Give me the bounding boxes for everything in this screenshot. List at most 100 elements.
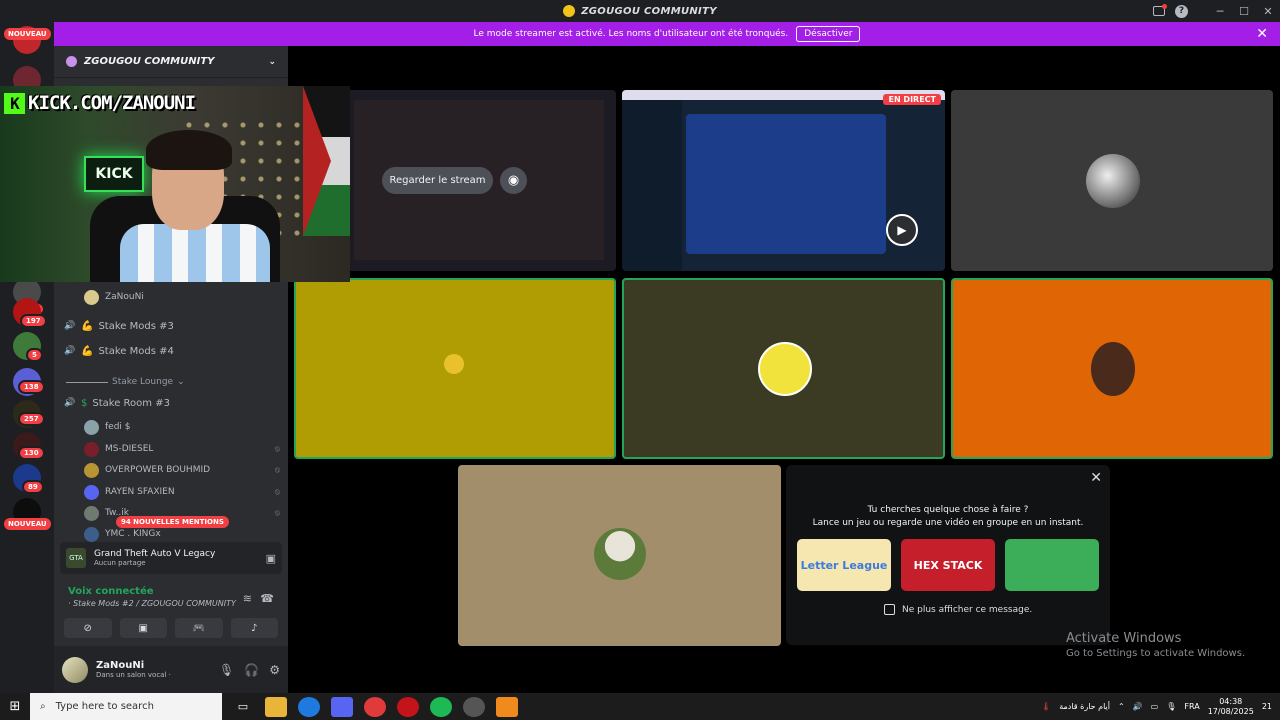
participant-tile[interactable]	[294, 278, 616, 459]
voice-user[interactable]: MS-DIESEL ⦸	[84, 439, 280, 459]
search-placeholder: Type here to search	[55, 701, 154, 712]
windows-start-icon[interactable]: ⊞	[0, 699, 30, 714]
mention-badge: 138	[18, 380, 45, 394]
voice-channel[interactable]: 🔊 💪 Stake Mods #4	[64, 340, 284, 362]
user-status: Dans un salon vocal ·	[96, 671, 171, 679]
disconnect-icon[interactable]: ☎	[260, 592, 274, 605]
checkbox[interactable]	[884, 604, 895, 615]
deafened-icon: ⦸	[274, 465, 280, 474]
deafened-icon: ⦸	[274, 444, 280, 453]
voice-user[interactable]: RAYEN SFAXIEN ⦸	[84, 482, 280, 502]
microphone-icon[interactable]: 🎙	[1166, 702, 1176, 711]
live-stream-tile[interactable]: EN DIRECT ▶	[622, 90, 945, 271]
microphone-icon[interactable]: 🎙	[219, 663, 234, 677]
channel-name: Stake Mods #4	[98, 345, 174, 357]
streamer-shirt	[120, 224, 270, 282]
play-icon[interactable]: ▶	[886, 214, 918, 246]
activity-card-hex-stack[interactable]: HEX STACK	[901, 539, 995, 591]
mention-badge: 89	[22, 480, 44, 494]
app-icon[interactable]	[364, 696, 386, 717]
clock[interactable]: 04:38 17/08/2025	[1208, 697, 1254, 717]
gear-icon[interactable]: ⚙	[269, 663, 280, 677]
close-icon[interactable]: ✕	[1090, 470, 1102, 486]
screen-share-button[interactable]: ▣	[119, 618, 167, 638]
notification-count[interactable]: 21	[1262, 702, 1272, 711]
screen-share-icon[interactable]: ▣	[266, 552, 276, 565]
discord-window: ZGOUGOU COMMUNITY ? ─ ☐ ✕ Le mode stream…	[0, 0, 1280, 720]
edge-icon[interactable]	[298, 696, 320, 717]
activities-button[interactable]: 🎮	[175, 618, 223, 638]
network-icon[interactable]: ▭	[1151, 702, 1159, 711]
mention-badge: 257	[18, 412, 45, 426]
clock-date: 17/08/2025	[1207, 706, 1254, 716]
voice-status-panel: Voix connectée · Stake Mods #2 / ZGOUGOU…	[60, 582, 282, 616]
taskbar: ⊞ ⌕ Type here to search ▭ 🌡 أيام حارة قا…	[0, 693, 1280, 720]
participant-avatar	[1086, 154, 1140, 208]
discord-icon[interactable]	[331, 696, 353, 717]
game-icon: GTA	[66, 548, 86, 568]
opera-icon[interactable]	[397, 696, 419, 717]
category-header[interactable]: Stake Lounge ⌄	[66, 377, 185, 387]
game-sub: Aucun partage	[94, 559, 146, 567]
chevron-up-icon[interactable]: ⌃	[1118, 702, 1125, 711]
maximize-button[interactable]: ☐	[1232, 5, 1256, 18]
server-header[interactable]: ZGOUGOU COMMUNITY ⌄	[54, 46, 288, 78]
avatar	[84, 505, 99, 521]
activity-card-letter-league[interactable]: Letter League	[797, 539, 891, 591]
webcam-overlay: KICK K KICK.COM/ZANOUNI	[0, 86, 350, 282]
deafened-icon: ⦸	[274, 487, 280, 496]
user-avatar[interactable]	[62, 656, 88, 683]
noise-suppression-icon[interactable]: ≋	[243, 592, 252, 605]
banner-close-icon[interactable]: ✕	[1256, 26, 1268, 42]
close-button[interactable]: ✕	[1256, 5, 1280, 18]
task-view-icon[interactable]: ▭	[232, 697, 254, 717]
participant-tile[interactable]	[458, 465, 781, 646]
spotify-icon[interactable]	[430, 696, 452, 717]
participant-tile[interactable]	[622, 278, 945, 459]
voice-channel[interactable]: 🔊 💪 Stake Mods #3	[64, 315, 284, 337]
voice-channel[interactable]: 🔊 $ Stake Room #3	[64, 392, 284, 414]
participant-tile[interactable]	[951, 278, 1273, 459]
weather-text[interactable]: أيام حارة قادمة	[1059, 702, 1110, 711]
volume-icon[interactable]: 🔊	[1133, 702, 1143, 711]
activity-card-game[interactable]	[1005, 539, 1099, 591]
new-pill[interactable]: NOUVEAU	[4, 28, 51, 40]
taskbar-search[interactable]: ⌕ Type here to search	[30, 693, 222, 720]
server-icon	[563, 5, 576, 17]
dont-show-again[interactable]: Ne plus afficher ce message.	[884, 604, 1032, 615]
soundboard-button[interactable]: ♪	[230, 618, 278, 638]
app-icon[interactable]	[463, 696, 485, 717]
speaker-icon: 🔊	[64, 346, 76, 356]
camera-button[interactable]: ⊘	[64, 618, 112, 638]
avatar	[84, 484, 99, 500]
voice-user[interactable]: ZaNouNi	[84, 287, 280, 307]
kick-sign: KICK	[84, 156, 144, 192]
participant-tile[interactable]	[951, 90, 1273, 271]
help-icon[interactable]: ?	[1175, 4, 1188, 18]
minimize-button[interactable]: ─	[1208, 5, 1232, 18]
voice-user[interactable]: fedi $	[84, 417, 280, 437]
watch-eye-icon[interactable]: ◉	[500, 167, 527, 194]
window-title: ZGOUGOU COMMUNITY	[563, 5, 717, 17]
watch-stream-button[interactable]: Regarder le stream	[382, 167, 493, 194]
new-pill[interactable]: NOUVEAU	[4, 518, 51, 530]
voice-user-name: MS-DIESEL	[105, 444, 154, 454]
server-name: ZGOUGOU COMMUNITY	[84, 56, 215, 67]
new-mentions-pill[interactable]: 94 NOUVELLES MENTIONS	[116, 516, 229, 528]
headphones-icon[interactable]: 🎧	[244, 663, 259, 677]
voice-user[interactable]: OVERPOWER BOUHMID ⦸	[84, 460, 280, 480]
user-controls: 🎙 🎧 ⚙	[219, 663, 280, 677]
suggestion-line-2: Lance un jeu ou regarde une vidéo en gro…	[812, 518, 1084, 528]
voice-user-name: fedi $	[105, 422, 131, 432]
kick-url: KICK.COM/ZANOUNI	[28, 92, 196, 114]
participant-avatar	[444, 354, 464, 374]
language-indicator[interactable]: FRA	[1184, 702, 1199, 711]
inbox-icon[interactable]	[1153, 4, 1167, 16]
avatar	[84, 419, 99, 435]
channel-name: Stake Mods #3	[98, 320, 174, 332]
file-explorer-icon[interactable]	[265, 696, 287, 717]
disable-streamer-button[interactable]: Désactiver	[796, 26, 861, 42]
banner-text: Le mode streamer est activé. Les noms d'…	[473, 29, 789, 39]
category-divider	[66, 381, 108, 383]
app-icon[interactable]	[496, 696, 518, 717]
